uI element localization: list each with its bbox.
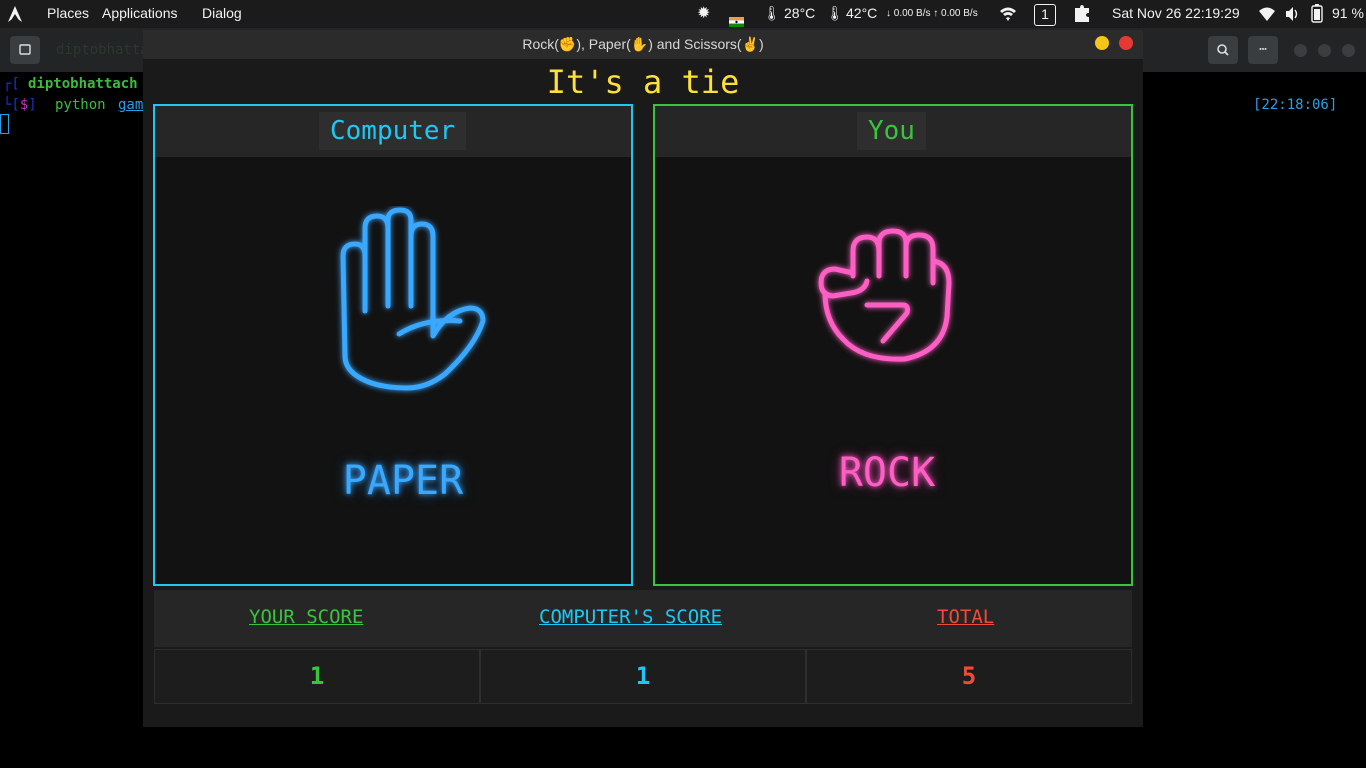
prompt-user: diptobhattach — [28, 76, 138, 92]
minimize-button[interactable] — [1095, 36, 1109, 50]
terminal-timestamp: [22:18:06] — [1253, 97, 1338, 113]
minimize-button[interactable] — [1294, 44, 1307, 57]
player-label: You — [857, 112, 926, 150]
extensions-puzzle-icon[interactable] — [1073, 0, 1091, 28]
prompt-bracket: ┌[ — [3, 76, 20, 92]
computer-card-header: Computer — [155, 106, 631, 157]
clock[interactable]: Sat Nov 26 22:19:29 — [1112, 0, 1240, 28]
new-tab-button[interactable] — [10, 36, 40, 64]
battery-icon — [1310, 0, 1324, 28]
top-panel: Places Applications Dialog ✹ 🌡 28°C 🌡 42… — [0, 0, 1366, 28]
battery-percentage: 91 % — [1332, 5, 1364, 21]
scoreboard-header: YOUR SCORE COMPUTER'S SCORE TOTAL — [154, 590, 1132, 647]
rock-fist-icon — [818, 228, 952, 362]
player-card-header: You — [655, 106, 1131, 157]
player-card: You ROCK — [653, 104, 1133, 586]
india-flag-icon — [729, 9, 744, 27]
thermometer-icon: 🌡 — [826, 5, 844, 21]
paper-hand-icon — [340, 207, 486, 391]
your-score-label: YOUR SCORE — [249, 606, 364, 628]
scoreboard: YOUR SCORE COMPUTER'S SCORE TOTAL 1 1 5 — [154, 590, 1132, 706]
arch-logo-icon[interactable] — [6, 0, 24, 28]
close-button[interactable] — [1342, 44, 1355, 57]
maximize-button[interactable] — [1318, 44, 1331, 57]
thermometer-icon: 🌡 — [763, 5, 781, 21]
window-title: Rock(✊), Paper(✋) and Scissors(✌) — [522, 36, 764, 52]
search-button[interactable] — [1208, 36, 1238, 64]
computer-card: Computer PAPER — [153, 104, 633, 586]
prompt-line2: └[$] — [3, 97, 37, 113]
menu-button[interactable]: ⋯ — [1248, 36, 1278, 64]
workspace-indicator[interactable]: 1 — [1034, 4, 1056, 26]
places-menu[interactable]: Places — [47, 0, 89, 28]
wifi-icon[interactable] — [999, 0, 1017, 28]
player-choice-label: ROCK — [838, 450, 936, 496]
total-value: 5 — [806, 649, 1132, 704]
your-score-value: 1 — [154, 649, 480, 704]
result-status: It's a tie — [546, 63, 740, 101]
computer-score-label: COMPUTER'S SCORE — [539, 606, 723, 628]
cpu-temperature: 28°C — [784, 5, 816, 21]
settings-gear-icon[interactable]: ✹ — [697, 0, 710, 28]
computer-choice-label: PAPER — [342, 458, 464, 504]
dialog-menu[interactable]: Dialog — [202, 0, 242, 28]
computer-score-value: 1 — [480, 649, 806, 704]
volume-icon[interactable] — [1284, 0, 1300, 28]
terminal-cursor — [0, 114, 9, 134]
total-label: TOTAL — [937, 606, 995, 628]
close-button[interactable] — [1119, 36, 1133, 50]
network-speed: ↓ 0.00 B/s ↑ 0.00 B/s — [886, 8, 978, 19]
applications-menu[interactable]: Applications — [102, 0, 178, 28]
gpu-temperature: 42°C — [846, 5, 878, 21]
prompt-symbol: $ — [19, 97, 29, 113]
terminal-command: python — [55, 97, 106, 113]
wifi-status-icon[interactable] — [1259, 0, 1275, 28]
terminal-command-arg: gam — [118, 97, 144, 113]
window-titlebar[interactable]: Rock(✊), Paper(✋) and Scissors(✌) — [143, 30, 1143, 59]
game-window: Rock(✊), Paper(✋) and Scissors(✌) It's a… — [143, 30, 1143, 727]
computer-label: Computer — [319, 112, 467, 150]
